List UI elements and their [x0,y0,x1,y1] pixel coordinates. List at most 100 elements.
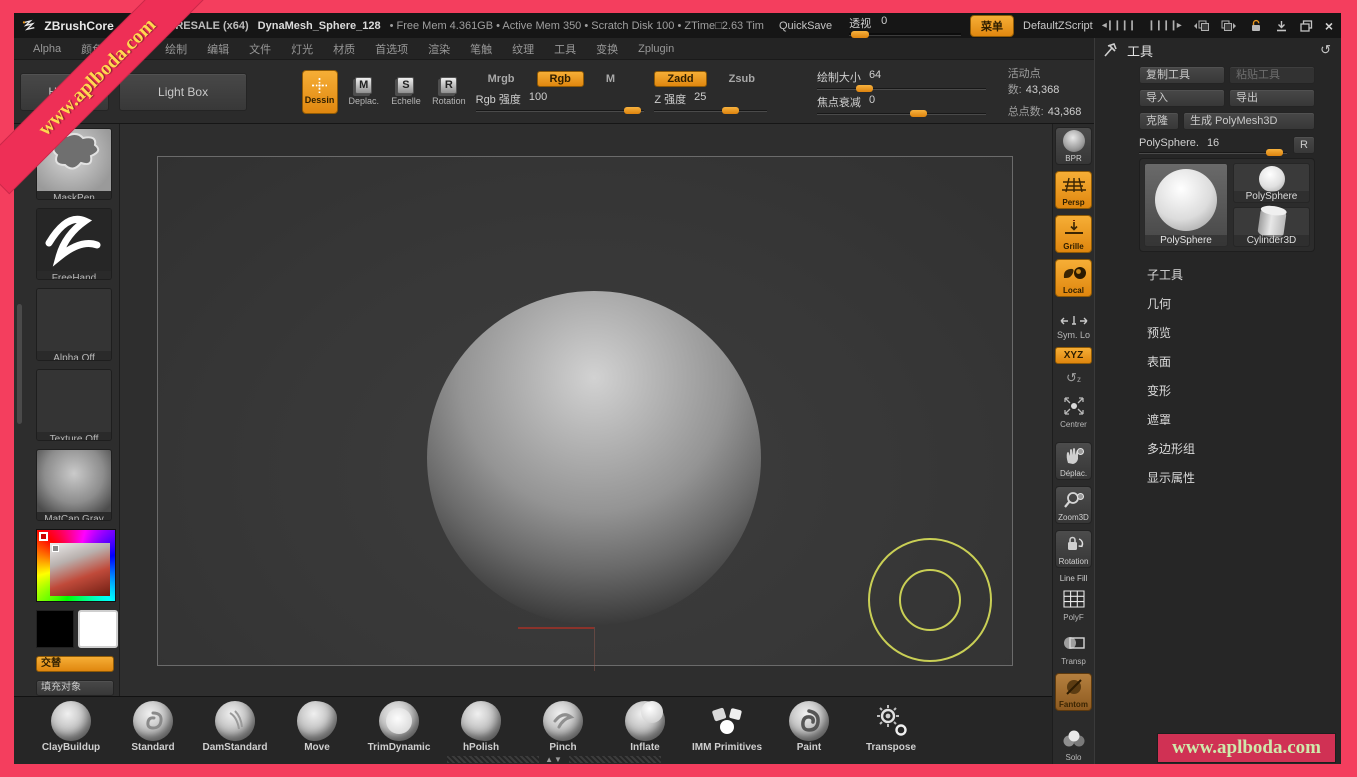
perspective-toggle-button[interactable]: Persp [1055,171,1092,209]
z-intensity-handle[interactable] [722,107,739,114]
draw-size-slider[interactable]: 绘制大小64 [817,69,986,90]
menu-edit[interactable]: 编辑 [198,38,238,60]
switch-color-button[interactable]: 交替 [36,656,114,672]
bpr-render-button[interactable]: BPR [1055,127,1092,165]
move-gizmo-button[interactable]: M Deplac. [348,77,380,106]
section-polygroups[interactable]: 多边形组 [1147,440,1315,457]
prev-document-icon[interactable] [1193,20,1209,32]
draw-size-handle[interactable] [856,85,873,92]
rotate-view-button[interactable]: Rotation [1055,530,1092,568]
section-preview[interactable]: 预览 [1147,324,1315,341]
close-icon[interactable]: × [1325,19,1333,33]
rgb-intensity-handle[interactable] [624,107,641,114]
section-masking[interactable]: 遮罩 [1147,411,1315,428]
focal-shift-handle[interactable] [910,110,927,117]
perspective-handle[interactable] [851,31,869,38]
floor-grid-button[interactable]: Grille [1055,215,1092,253]
restore-icon[interactable] [1300,20,1313,32]
import-button[interactable]: 导入 [1139,89,1225,107]
section-surface[interactable]: 表面 [1147,353,1315,370]
scale-gizmo-button[interactable]: S Echelle [390,77,422,106]
r-button[interactable]: R [1293,136,1315,154]
brush-move[interactable]: Move [276,701,358,754]
perspective-track[interactable] [849,33,961,36]
active-tool-thumbnail[interactable]: PolySphere [1144,163,1228,247]
copy-tool-button[interactable]: 复制工具 [1139,66,1225,84]
tray-resize-bar[interactable]: ▲▼ [14,754,1094,764]
current-stroke-thumbnail[interactable]: FreeHand [36,208,112,280]
minimize-icon[interactable] [1275,20,1288,32]
menu-light[interactable]: 灯光 [282,38,322,60]
menu-alpha[interactable]: Alpha [24,40,70,58]
polysphere-tool-item[interactable]: PolySphere [1233,163,1310,203]
hue-selector-icon[interactable] [39,532,48,541]
solo-button[interactable]: Solo [1055,725,1092,763]
color-picker-saturation-area[interactable] [50,543,110,596]
clone-button[interactable]: 克隆 [1139,112,1179,130]
symmetry-lock-button[interactable]: Sym. Lo [1055,311,1092,341]
menu-preferences[interactable]: 首选项 [366,38,417,60]
brush-damstandard[interactable]: DamStandard [194,701,276,754]
sculpt-canvas[interactable] [120,124,1052,696]
zoom3d-button[interactable]: Zoom3D [1055,486,1092,524]
pan-view-button[interactable]: Déplac. [1055,442,1092,480]
m-toggle[interactable]: M [594,72,627,86]
main-color-swatch[interactable] [36,610,74,648]
tray-scrollbar[interactable] [17,304,22,424]
section-subtool[interactable]: 子工具 [1147,266,1315,283]
export-button[interactable]: 导出 [1229,89,1315,107]
menu-transform[interactable]: 变换 [587,38,627,60]
current-texture-thumbnail[interactable]: Texture Off [36,369,112,441]
brush-claybuildup[interactable]: ClayBuildup [30,701,112,754]
zadd-toggle[interactable]: Zadd [654,71,706,87]
xyz-symmetry-button[interactable]: XYZ [1055,347,1092,364]
lock-icon[interactable] [1249,19,1263,33]
local-symmetry-button[interactable]: Local [1055,259,1092,297]
menu-stroke[interactable]: 笔触 [461,38,501,60]
menu-button[interactable]: 菜单 [970,15,1014,37]
line-fill-label[interactable]: Line Fill [1060,574,1088,583]
tool-slider-handle[interactable] [1266,149,1283,156]
tray-collapse-icon[interactable]: ▲▼ [545,755,563,764]
menu-tool[interactable]: 工具 [545,38,585,60]
quicksave-button[interactable]: QuickSave [779,20,832,32]
brush-standard[interactable]: Standard [112,701,194,754]
rgb-intensity-slider[interactable]: Rgb 强度100 [476,91,645,112]
section-geometry[interactable]: 几何 [1147,295,1315,312]
brush-hpolish[interactable]: hPolish [440,701,522,754]
section-deformation[interactable]: 变形 [1147,382,1315,399]
center-view-button[interactable]: Centrer [1055,392,1092,430]
color-selector-icon[interactable] [52,545,59,552]
tray-handle-left[interactable] [447,756,539,763]
fill-object-button[interactable]: 填充对象 [36,680,114,696]
next-document-icon[interactable] [1221,20,1237,32]
transparency-button[interactable]: Transp [1055,629,1092,667]
rotate-gizmo-button[interactable]: R Rotation [432,77,466,106]
brush-inflate[interactable]: Inflate [604,701,686,754]
make-polymesh3d-button[interactable]: 生成 PolyMesh3D [1183,112,1315,130]
polyframe-button[interactable]: PolyF [1055,585,1092,623]
draw-mode-button[interactable]: Dessin [302,70,338,114]
color-picker[interactable] [36,529,116,602]
cylinder3d-tool-item[interactable]: Cylinder3D [1233,207,1310,247]
tool-slider[interactable]: PolySphere.16 [1139,137,1287,154]
tray-right-icon[interactable]: ❙❙❙❙▸ [1147,20,1181,31]
menu-zplugin[interactable]: Zplugin [629,40,683,58]
section-display-properties[interactable]: 显示属性 [1147,469,1315,486]
focal-shift-slider[interactable]: 焦点衰减0 [817,94,986,115]
current-alpha-thumbnail[interactable]: Alpha Off [36,288,112,360]
menu-file[interactable]: 文件 [240,38,280,60]
paste-tool-button[interactable]: 粘贴工具 [1229,66,1315,84]
reset-palette-icon[interactable]: ↺ [1320,42,1331,58]
tray-handle-right[interactable] [569,756,661,763]
menu-render[interactable]: 渲染 [419,38,459,60]
z-intensity-slider[interactable]: Z 强度25 [654,91,767,112]
brush-paint[interactable]: Paint [768,701,850,754]
light-box-button[interactable]: Light Box [119,73,248,111]
menu-texture[interactable]: 纹理 [503,38,543,60]
zsub-toggle[interactable]: Zsub [717,72,767,86]
current-material-thumbnail[interactable]: MatCap Gray [36,449,112,521]
rgb-toggle[interactable]: Rgb [537,71,584,87]
menu-material[interactable]: 材质 [324,38,364,60]
brush-pinch[interactable]: Pinch [522,701,604,754]
